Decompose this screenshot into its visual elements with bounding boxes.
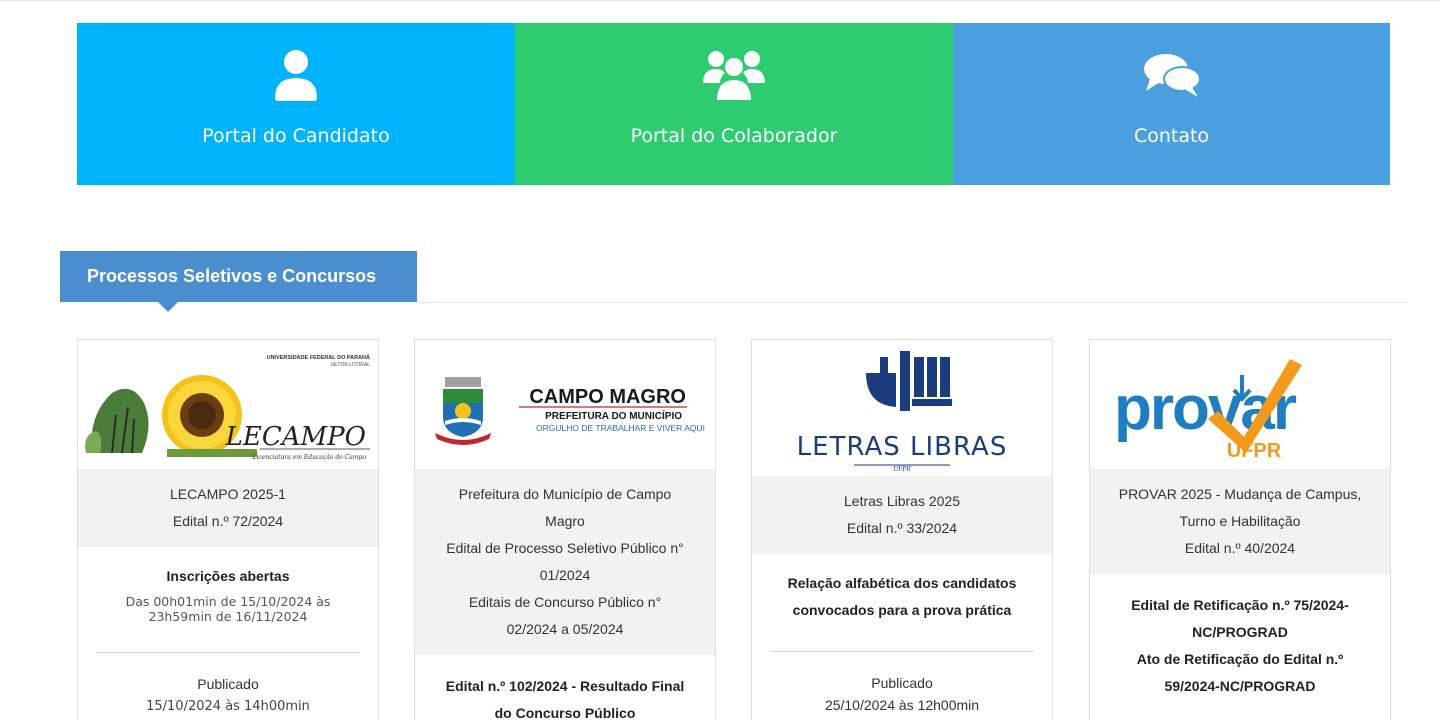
letras-libras-logo-name: LETRAS LIBRAS [797, 432, 1008, 462]
card-title-box: LECAMPO 2025-1 Edital n.º 72/2024 [78, 469, 378, 547]
card-body: Edital n.º 102/2024 - Resultado Final do… [415, 673, 715, 720]
card-body: Inscrições abertas Das 00h01min de 15/10… [78, 563, 378, 714]
lecampo-logo: UNIVERSIDADE FEDERAL DO PARANÁ SETOR LIT… [78, 340, 378, 469]
card-separator [770, 651, 1034, 652]
card-published-label: Publicado [197, 676, 259, 692]
card-title-line: Prefeitura do Município de Campo [458, 486, 672, 502]
letras-libras-logo: LETRAS LIBRAS UFPR [752, 340, 1052, 476]
card-title-box: PROVAR 2025 - Mudança de Campus, Turno e… [1090, 469, 1390, 574]
card-published-value: 15/10/2024 às 14h00min [146, 699, 310, 714]
card-title-box: Letras Libras 2025 Edital n.º 33/2024 [752, 476, 1052, 554]
card-headline-line: NC/PROGRAD [1192, 624, 1288, 640]
campo-magro-logo-line2: PREFEITURA DO MUNICÍPIO [545, 409, 682, 422]
card-published-value: 25/10/2024 às 12h00min [824, 697, 980, 713]
portal-contato-label: Contato [1133, 125, 1210, 147]
card-title-line: Edital n.º 72/2024 [172, 513, 284, 529]
card-title-line: Letras Libras 2025 [844, 493, 960, 509]
user-icon [272, 47, 320, 103]
process-card-campo-magro[interactable]: CAMPO MAGRO PREFEITURA DO MUNICÍPIO ORGU… [414, 339, 716, 720]
card-title-line: LECAMPO 2025-1 [170, 486, 286, 502]
card-title-line: 01/2024 [539, 567, 591, 583]
portal-colaborador-tile[interactable]: Portal do Colaborador [515, 23, 953, 185]
provar-logo: provar UFPR [1090, 340, 1390, 469]
card-headline-line: Relação alfabética dos candidatos [787, 575, 1017, 591]
portal-contato-tile[interactable]: Contato [953, 23, 1390, 185]
card-headline-line: 59/2024-NC/PROGRAD [1164, 678, 1316, 694]
card-headline: Inscrições abertas [166, 568, 290, 584]
top-divider [0, 0, 1440, 1]
lecampo-logo-tagline: Licenciatura em Educação do Campo [252, 454, 367, 461]
card-title-line: Edital n.º 40/2024 [1184, 540, 1296, 556]
card-title-line: Edital n.º 33/2024 [846, 520, 958, 536]
portal-colaborador-label: Portal do Colaborador [630, 125, 838, 147]
card-headline-line: do Concurso Público [494, 705, 636, 720]
section-title-pointer [158, 302, 178, 312]
card-headline-line: Edital n.º 102/2024 - Resultado Final [445, 678, 685, 694]
card-title-line: Edital de Processo Seletivo Público n° [446, 540, 684, 556]
lecampo-logo-top-text: UNIVERSIDADE FEDERAL DO PARANÁ [267, 354, 370, 361]
users-group-icon [702, 47, 766, 103]
campo-magro-logo: CAMPO MAGRO PREFEITURA DO MUNICÍPIO ORGU… [415, 340, 715, 469]
card-separator [96, 652, 360, 653]
card-title-line: Magro [545, 513, 585, 529]
process-card-lecampo[interactable]: UNIVERSIDADE FEDERAL DO PARANÁ SETOR LIT… [77, 339, 379, 720]
card-headline-line: Ato de Retificação do Edital n.º [1136, 651, 1344, 667]
letras-libras-logo-sub: UFPR [893, 466, 911, 473]
card-headline-line: convocados para a prova prática [792, 602, 1012, 618]
lecampo-logo-name: LECAMPO [225, 422, 366, 452]
card-body: Relação alfabética dos candidatos convoc… [752, 570, 1052, 716]
card-published-label: Publicado [871, 675, 933, 691]
card-title-box: Prefeitura do Município de Campo Magro E… [415, 469, 715, 655]
chat-bubbles-icon [1142, 47, 1202, 103]
process-card-letras-libras[interactable]: LETRAS LIBRAS UFPR Letras Libras 2025 Ed… [751, 339, 1053, 720]
portal-candidato-label: Portal do Candidato [202, 125, 390, 147]
card-title-line: Editais de Concurso Público n° [468, 594, 662, 610]
portal-candidato-tile[interactable]: Portal do Candidato [77, 23, 515, 185]
card-detail: Das 00h01min de 15/10/2024 às 23h59min d… [125, 594, 331, 624]
card-title-line: 02/2024 a 05/2024 [506, 621, 624, 637]
section-divider [417, 302, 1408, 303]
campo-magro-logo-name: CAMPO MAGRO [529, 386, 686, 408]
card-title-line: Turno e Habilitação [1179, 513, 1301, 529]
process-card-provar[interactable]: provar UFPR PROVAR 2025 - Mudança de Cam… [1089, 339, 1391, 720]
portal-bar: Portal do Candidato Portal do Colaborado… [77, 23, 1390, 185]
card-body: Edital de Retificação n.º 75/2024- NC/PR… [1090, 592, 1390, 700]
card-title-line: PROVAR 2025 - Mudança de Campus, [1118, 486, 1362, 502]
lecampo-logo-sub-text: SETOR LITORAL [331, 362, 370, 368]
provar-logo-sub: UFPR [1227, 440, 1282, 462]
section-title: Processos Seletivos e Concursos [60, 251, 417, 302]
card-headline-line: Edital de Retificação n.º 75/2024- [1131, 597, 1349, 613]
campo-magro-logo-line3: ORGULHO DE TRABALHAR E VIVER AQUI [536, 423, 705, 433]
